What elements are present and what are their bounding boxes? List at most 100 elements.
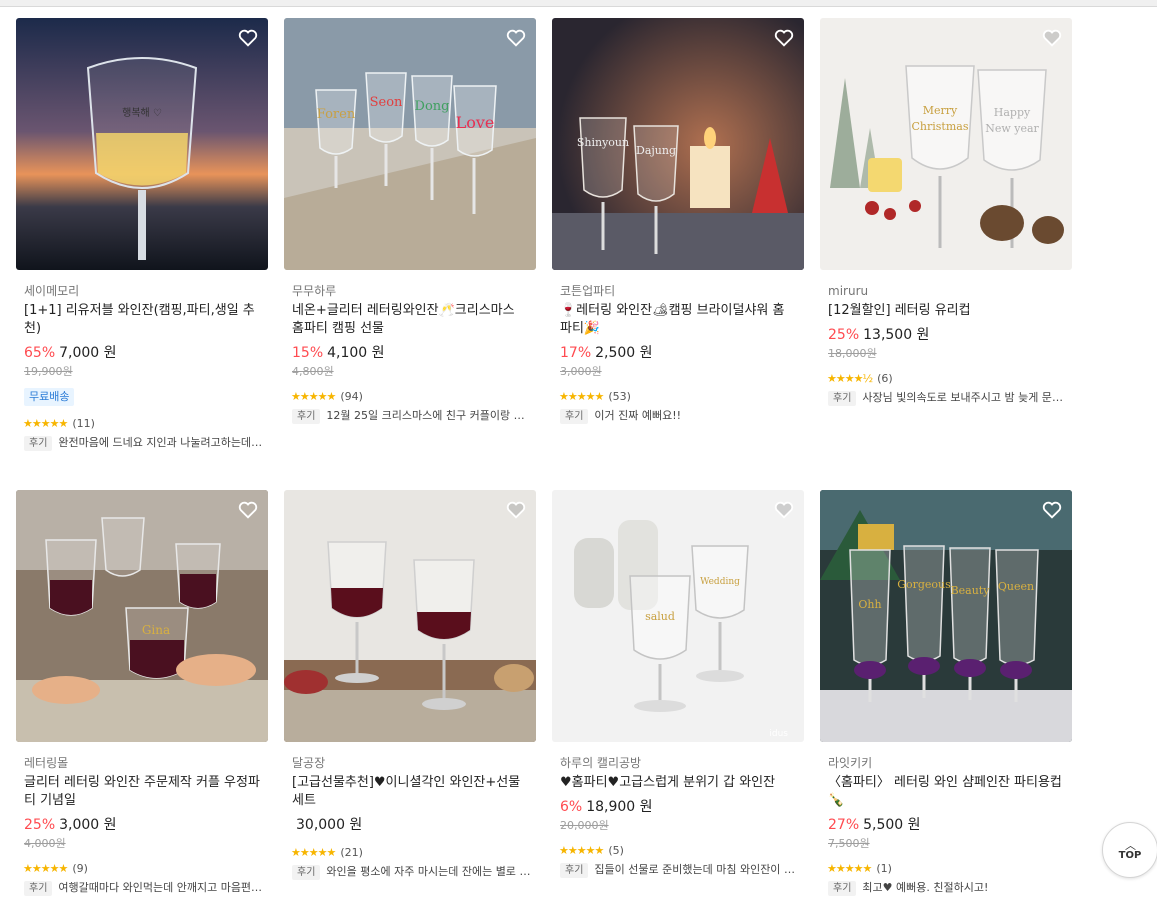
scroll-top-button[interactable]: ︿ TOP [1102,822,1157,878]
product-title[interactable]: [1+1] 리유저블 와인잔(캠핑,파티,생일 추천) [24,302,260,338]
original-price: 18,000원 [828,347,877,360]
review-snippet[interactable]: 후기 와인을 평소에 자주 마시는데 잔에는 별로 관… [292,864,532,880]
seller-name[interactable]: 하루의 캘리공방 [560,755,804,771]
svg-text:idus: idus [769,729,788,739]
review-snippet[interactable]: 후기 사장님 빛의속도로 보내주시고 밤 늦게 문의… [828,390,1068,406]
product-card[interactable]: Gina 레터링몰 글리터 레터링 와인잔 주문제작 커플 우정파티 기념일 2… [16,490,268,896]
star-icons: ★★★★★ [827,862,872,875]
sale-price: 30,000 원 [296,817,363,833]
top-divider [0,0,1157,7]
product-card[interactable]: 행복해 ♡ 세이메모리 [1+1] 리유저블 와인잔(캠핑,파티,생일 추천) … [16,18,268,451]
review-count: (11) [72,417,95,430]
sale-price: 4,100 원 [327,345,385,361]
star-icons: ★★★★★ [291,390,336,403]
product-card[interactable]: Shinyoun Dajung 코튼업파티 🍷레터링 와인잔🏕캠핑 브라이덜샤워… [552,18,804,424]
scroll-top-label: TOP [1118,850,1142,861]
heart-icon[interactable] [237,499,259,521]
svg-text:Ohh: Ohh [858,598,881,611]
rating: ★★★★★ (94) [291,390,536,404]
product-title[interactable]: ♥홈파티♥고급스럽게 분위기 갑 와인잔 [560,774,796,792]
seller-name[interactable]: 라잇키키 [828,755,1072,771]
star-icons: ★★★★★ [291,846,336,859]
seller-name[interactable]: 레터링몰 [24,755,268,771]
product-card[interactable]: 달공장 [고급선물추천]♥이니셜각인 와인잔+선물세트 30,000 원 ★★★… [284,490,536,880]
sale-price: 18,900 원 [586,799,653,815]
svg-text:Love: Love [456,113,495,132]
review-snippet[interactable]: 후기 이거 진짜 예뻐요!! [560,408,800,424]
review-snippet[interactable]: 후기 최고♥ 예뻐용. 친절하시고! [828,880,1068,896]
discount-rate: 65% [24,345,56,361]
review-snippet[interactable]: 후기 12월 25일 크리스마스에 친구 커플이랑 같… [292,408,532,424]
seller-name[interactable]: 코튼업파티 [560,283,804,299]
heart-icon[interactable] [773,27,795,49]
discount-rate: 6% [560,799,583,815]
review-text: 와인을 평소에 자주 마시는데 잔에는 별로 관… [326,865,532,878]
heart-icon[interactable] [1041,27,1063,49]
review-text: 12월 25일 크리스마스에 친구 커플이랑 같… [326,409,532,422]
white-calligraphy-glasses-image: salud Wedding idus [552,490,804,742]
product-image[interactable] [284,490,536,742]
product-image[interactable]: Shinyoun Dajung [552,18,804,270]
review-count: (6) [877,372,893,385]
svg-text:Happy: Happy [994,106,1031,119]
product-title[interactable]: 🍷레터링 와인잔🏕캠핑 브라이덜샤워 홈파티🎉 [560,302,796,338]
rating: ★★★★★ (1) [827,862,1072,876]
svg-text:Seon: Seon [370,95,403,110]
christmas-glasses-image: Merry Christmas Happy New year [820,18,1072,270]
heart-icon[interactable] [773,499,795,521]
product-image[interactable]: salud Wedding idus [552,490,804,742]
price-line: 17% 2,500 원 [560,343,804,363]
heart-icon[interactable] [1041,499,1063,521]
rating: ★★★★★ (5) [559,844,804,858]
product-card[interactable]: salud Wedding idus 하루의 캘리공방 ♥홈파티♥고급스럽게 분… [552,490,804,878]
svg-text:Dong: Dong [415,99,450,114]
product-image[interactable]: Gina [16,490,268,742]
product-title[interactable]: 네온+글리터 레터링와인잔🥂크리스마스 홈파티 캠핑 선물 [292,302,528,338]
star-icons: ★★★★★ [559,390,604,403]
price-line: 15% 4,100 원 [292,343,536,363]
sale-price: 3,000 원 [59,817,117,833]
rating: ★★★★½ (6) [827,372,1072,386]
product-title[interactable]: [12월할인] 레터링 유리컵 [828,302,1064,320]
seller-name[interactable]: 세이메모리 [24,283,268,299]
svg-text:New year: New year [985,122,1039,135]
product-title[interactable]: [고급선물추천]♥이니셜각인 와인잔+선물세트 [292,774,528,810]
product-card[interactable]: Merry Christmas Happy New year miruru [1… [820,18,1072,406]
price-line: 65% 7,000 원 [24,343,268,363]
svg-text:Foren: Foren [317,107,356,122]
product-image[interactable]: Ohh Gorgeous Beauty Queen [820,490,1072,742]
seller-name[interactable]: miruru [828,283,1072,299]
original-price: 7,500원 [828,837,870,850]
review-count: (1) [876,862,892,875]
heart-icon[interactable] [237,27,259,49]
product-image[interactable]: Foren Seon Dong Love [284,18,536,270]
review-snippet[interactable]: 후기 여행갈때마다 와인먹는데 안깨지고 마음편… [24,880,264,896]
review-count: (94) [340,390,363,403]
svg-text:Shinyoun: Shinyoun [577,136,629,149]
svg-text:Christmas: Christmas [912,120,969,133]
product-card[interactable]: Foren Seon Dong Love 무무하루 네온+글리터 레터링와인잔🥂… [284,18,536,424]
product-title[interactable]: 〈홈파티〉 레터링 와인 샴페인잔 파티용컵🍾 [828,774,1064,810]
star-icons: ★★★★★ [23,417,68,430]
svg-text:salud: salud [645,610,675,623]
seller-name[interactable]: 무무하루 [292,283,536,299]
svg-text:Beauty: Beauty [951,584,991,597]
product-card[interactable]: Ohh Gorgeous Beauty Queen 라잇키키 〈홈파티〉 레터링 와… [820,490,1072,896]
seller-name[interactable]: 달공장 [292,755,536,771]
heart-icon[interactable] [505,27,527,49]
svg-text:Gorgeous: Gorgeous [897,578,951,591]
review-count: (5) [608,844,624,857]
original-price: 3,000원 [560,365,602,378]
review-snippet[interactable]: 후기 완전마음에 드네요 지인과 나눌려고하는데 … [24,435,264,451]
heart-icon[interactable] [505,499,527,521]
rating: ★★★★★ (11) [23,417,268,431]
discount-rate: 15% [292,345,324,361]
review-snippet[interactable]: 후기 집들이 선물로 준비했는데 마침 와인잔이 깨… [560,862,800,878]
product-image[interactable]: 행복해 ♡ [16,18,268,270]
product-title[interactable]: 글리터 레터링 와인잔 주문제작 커플 우정파티 기념일 [24,774,260,810]
review-text: 최고♥ 예뻐용. 친절하시고! [862,881,989,894]
product-image[interactable]: Merry Christmas Happy New year [820,18,1072,270]
review-text: 집들이 선물로 준비했는데 마침 와인잔이 깨… [594,863,800,876]
rating: ★★★★★ (9) [23,862,268,876]
review-tag: 후기 [24,881,53,896]
